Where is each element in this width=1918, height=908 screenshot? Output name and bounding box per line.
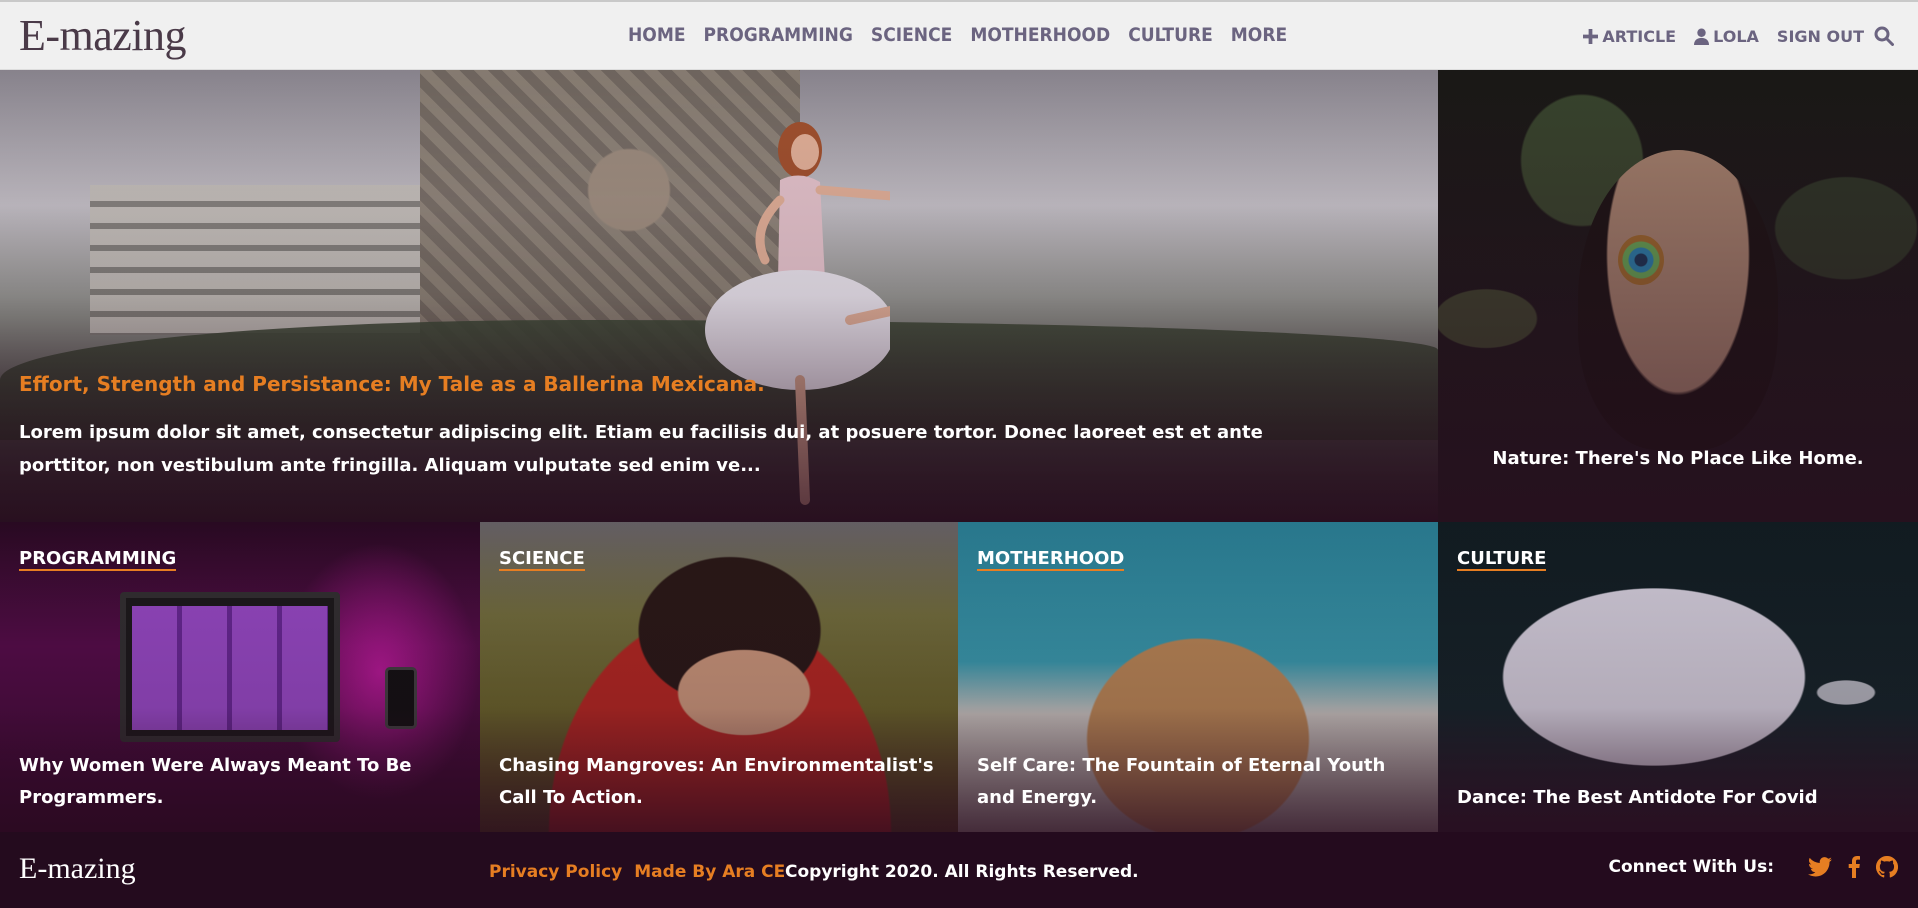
made-by-link[interactable]: Made By Ara CE: [634, 862, 785, 882]
category-label[interactable]: CULTURE: [1457, 548, 1547, 571]
nav-more-link[interactable]: MORE: [1231, 24, 1287, 46]
card-article-title[interactable]: Why Women Were Always Meant To Be Progra…: [19, 750, 459, 814]
nav-science-link[interactable]: SCIENCE: [871, 24, 952, 46]
plus-icon: [1583, 28, 1599, 44]
hero-article-title[interactable]: Effort, Strength and Persistance: My Tal…: [19, 372, 1319, 396]
nav-culture-link[interactable]: CULTURE: [1128, 24, 1213, 46]
category-label[interactable]: PROGRAMMING: [19, 548, 177, 571]
user-profile-link[interactable]: LOLA: [1694, 27, 1759, 46]
user-icon: [1694, 28, 1710, 45]
search-icon: [1874, 26, 1894, 46]
user-actions: ARTICLE LOLA SIGN OUT: [1565, 26, 1898, 46]
sign-out-button[interactable]: SIGN OUT: [1777, 27, 1864, 46]
site-logo[interactable]: E-mazing: [19, 10, 187, 61]
nav-home-link[interactable]: HOME: [628, 24, 686, 46]
hero-article-excerpt: Lorem ipsum dolor sit amet, consectetur …: [19, 422, 1263, 476]
facebook-icon[interactable]: [1848, 856, 1860, 878]
footer-logo[interactable]: E-mazing: [19, 852, 136, 886]
card-article-title[interactable]: Chasing Mangroves: An Environmentalist's…: [499, 750, 939, 814]
nav-programming-link[interactable]: PROGRAMMING: [704, 24, 853, 46]
copyright-text: Copyright 2020. All Rights Reserved.: [785, 862, 1139, 882]
category-cards: PROGRAMMING Why Women Were Always Meant …: [0, 522, 1918, 832]
category-label[interactable]: SCIENCE: [499, 548, 585, 571]
site-footer: E-mazing Privacy Policy Made By Ara CE C…: [0, 832, 1918, 908]
category-label[interactable]: MOTHERHOOD: [977, 548, 1125, 571]
card-article-title[interactable]: Self Care: The Fountain of Eternal Youth…: [977, 750, 1417, 814]
side-feature[interactable]: Nature: There's No Place Like Home.: [1438, 70, 1918, 522]
user-name: LOLA: [1713, 26, 1759, 46]
connect-label: Connect With Us:: [1608, 857, 1774, 877]
footer-links: Privacy Policy Made By Ara CE: [489, 862, 797, 882]
card-article-title[interactable]: Dance: The Best Antidote For Covid: [1457, 782, 1897, 814]
site-header: E-mazing HOME PROGRAMMING SCIENCE MOTHER…: [0, 0, 1918, 70]
search-button[interactable]: [1874, 26, 1898, 46]
category-card-culture[interactable]: CULTURE Dance: The Best Antidote For Cov…: [1438, 522, 1918, 832]
github-icon[interactable]: [1876, 856, 1898, 878]
social-links: Connect With Us:: [1609, 856, 1898, 878]
twitter-icon[interactable]: [1808, 857, 1832, 877]
add-article-button[interactable]: ARTICLE: [1583, 27, 1676, 46]
hero-feature[interactable]: Effort, Strength and Persistance: My Tal…: [0, 70, 1438, 522]
add-article-label: ARTICLE: [1602, 26, 1677, 46]
nav-motherhood-link[interactable]: MOTHERHOOD: [970, 24, 1110, 46]
category-card-programming[interactable]: PROGRAMMING Why Women Were Always Meant …: [0, 522, 480, 832]
side-article-title[interactable]: Nature: There's No Place Like Home.: [1438, 448, 1918, 469]
category-card-motherhood[interactable]: MOTHERHOOD Self Care: The Fountain of Et…: [958, 522, 1438, 832]
category-card-science[interactable]: SCIENCE Chasing Mangroves: An Environmen…: [480, 522, 960, 832]
main-nav: HOME PROGRAMMING SCIENCE MOTHERHOOD CULT…: [628, 24, 1287, 46]
privacy-policy-link[interactable]: Privacy Policy: [489, 862, 622, 882]
